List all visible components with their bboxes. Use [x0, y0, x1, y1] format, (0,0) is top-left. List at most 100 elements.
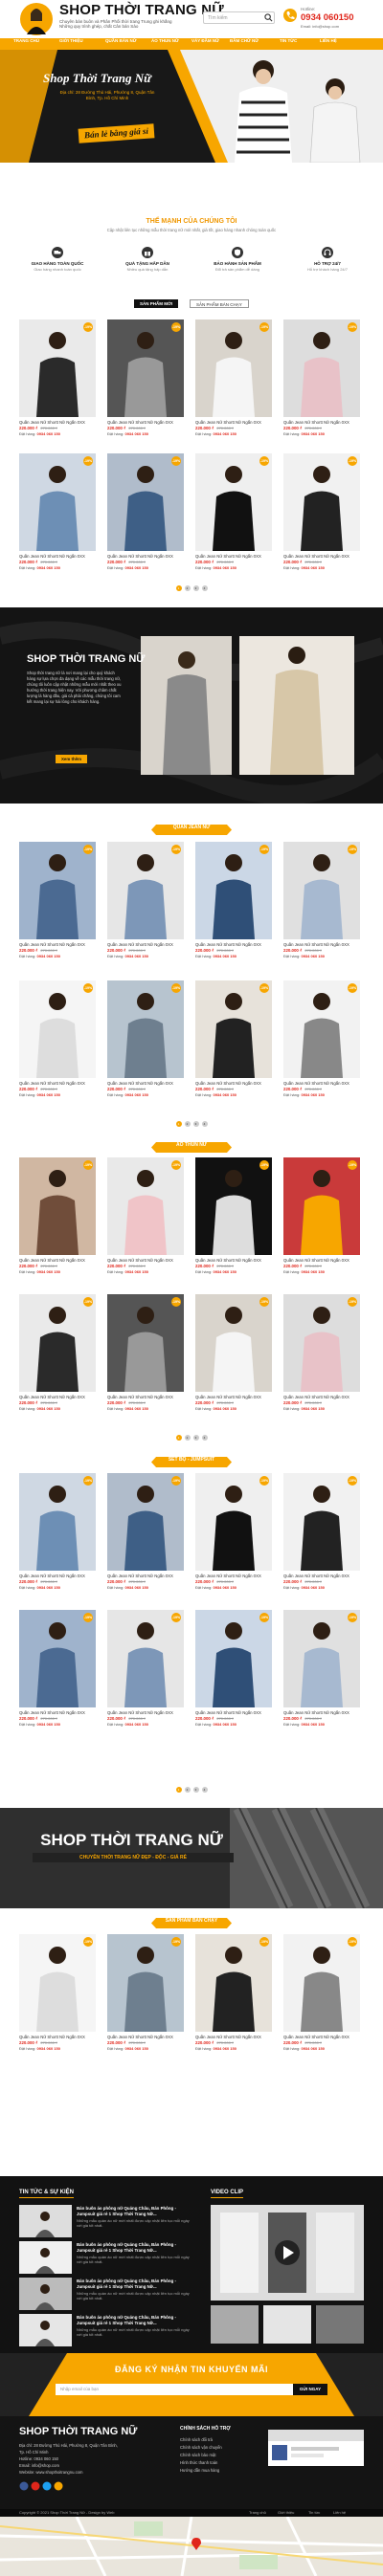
- product-order-line[interactable]: Đặt hàng: 0934 060 150: [195, 1585, 272, 1590]
- page-dot[interactable]: 3: [192, 1435, 199, 1441]
- footer-policy-link[interactable]: Chính sách đổi trả: [180, 2437, 213, 2442]
- product-name[interactable]: Quần Jean Nữ Shortt Nữ Ngắn 0XX: [107, 1395, 184, 1399]
- product-order-line[interactable]: Đặt hàng: 0934 060 150: [195, 431, 272, 436]
- product-card[interactable]: -19% Quần Jean Nữ Shortt Nữ Ngắn 0XX 220.0…: [195, 1294, 272, 1411]
- news-thumbnail[interactable]: [19, 2241, 72, 2278]
- news-thumbnail[interactable]: [19, 2205, 72, 2241]
- product-order-line[interactable]: Đặt hàng: 0934 060 150: [19, 1406, 96, 1411]
- product-card[interactable]: -19% Quần Jean Nữ Shortt Nữ Ngắn 0XX 220.0…: [107, 980, 184, 1097]
- product-image[interactable]: -19%: [195, 1473, 272, 1571]
- order-phone[interactable]: 0934 060 150: [301, 954, 324, 958]
- product-card[interactable]: -19% Quần Jean Nữ Shortt Nữ Ngắn 0XX 220.0…: [19, 1934, 96, 2051]
- product-name[interactable]: Quần Jean Nữ Shortt Nữ Ngắn 0XX: [283, 1395, 360, 1399]
- product-card[interactable]: -19% Quần Jean Nữ Shortt Nữ Ngắn 0XX 220.0…: [195, 1610, 272, 1727]
- product-order-line[interactable]: Đặt hàng: 0934 060 150: [195, 1269, 272, 1274]
- bottom-link[interactable]: Trang chủ: [249, 2510, 266, 2515]
- product-card[interactable]: -19% Quần Jean Nữ Shortt Nữ Ngắn 0XX 220.0…: [107, 842, 184, 958]
- product-order-line[interactable]: Đặt hàng: 0934 060 150: [195, 1722, 272, 1727]
- news-title[interactable]: Bán buôn áo phông nữ Quảng Châu, Bán Phô…: [77, 2206, 192, 2216]
- product-image[interactable]: -19%: [19, 1473, 96, 1571]
- news-thumbnail[interactable]: [19, 2278, 72, 2314]
- social-icons[interactable]: [19, 2481, 77, 2491]
- product-image[interactable]: -19%: [19, 980, 96, 1078]
- tab-new-products[interactable]: SẢN PHẨM MỚI: [134, 299, 179, 308]
- product-order-line[interactable]: Đặt hàng: 0934 060 150: [19, 1722, 96, 1727]
- product-image[interactable]: -19%: [195, 1934, 272, 2032]
- facebook-widget[interactable]: [268, 2430, 364, 2466]
- product-card[interactable]: -19% Quần Jean Nữ Shortt Nữ Ngắn 0XX 220.0…: [283, 453, 360, 570]
- page-dot[interactable]: 1: [175, 1435, 182, 1441]
- site-brand[interactable]: SHOP THỜI TRANG NỮ: [59, 2, 224, 18]
- product-order-line[interactable]: Đặt hàng: 0934 060 150: [283, 1585, 360, 1590]
- news-title[interactable]: Bán buôn áo phông nữ Quảng Châu, Bán Phô…: [77, 2279, 192, 2289]
- order-phone[interactable]: 0934 060 150: [301, 565, 324, 570]
- product-name[interactable]: Quần Jean Nữ Shortt Nữ Ngắn 0XX: [19, 420, 96, 425]
- news-title[interactable]: Bán buôn áo phông nữ Quảng Châu, Bán Phô…: [77, 2242, 192, 2253]
- product-image[interactable]: -19%: [283, 1294, 360, 1392]
- product-image[interactable]: -19%: [107, 1610, 184, 1707]
- product-name[interactable]: Quần Jean Nữ Shortt Nữ Ngắn 0XX: [283, 420, 360, 425]
- product-name[interactable]: Quần Jean Nữ Shortt Nữ Ngắn 0XX: [107, 554, 184, 559]
- order-phone[interactable]: 0934 060 150: [124, 431, 147, 436]
- hotline-number[interactable]: 0934 060150: [301, 12, 353, 23]
- product-image[interactable]: -19%: [195, 1610, 272, 1707]
- product-order-line[interactable]: Đặt hàng: 0934 060 150: [195, 1406, 272, 1411]
- product-image[interactable]: -19%: [107, 1157, 184, 1255]
- product-name[interactable]: Quần Jean Nữ Shortt Nữ Ngắn 0XX: [283, 1574, 360, 1578]
- product-image[interactable]: -19%: [107, 453, 184, 551]
- order-phone[interactable]: 0934 060 150: [36, 1585, 59, 1590]
- product-name[interactable]: Quần Jean Nữ Shortt Nữ Ngắn 0XX: [19, 2035, 96, 2039]
- product-order-line[interactable]: Đặt hàng: 0934 060 150: [19, 2046, 96, 2051]
- page-dot[interactable]: 3: [192, 1121, 199, 1127]
- order-phone[interactable]: 0934 060 150: [301, 431, 324, 436]
- product-name[interactable]: Quần Jean Nữ Shortt Nữ Ngắn 0XX: [19, 1574, 96, 1578]
- product-image[interactable]: -19%: [19, 1294, 96, 1392]
- product-image[interactable]: -19%: [107, 1473, 184, 1571]
- product-name[interactable]: Quần Jean Nữ Shortt Nữ Ngắn 0XX: [195, 1574, 272, 1578]
- product-card[interactable]: -19% Quần Jean Nữ Shortt Nữ Ngắn 0XX 220.0…: [19, 1294, 96, 1411]
- order-phone[interactable]: 0934 060 150: [301, 1585, 324, 1590]
- page-dot[interactable]: 1: [175, 585, 182, 591]
- order-phone[interactable]: 0934 060 150: [213, 1269, 236, 1274]
- order-phone[interactable]: 0934 060 150: [36, 565, 59, 570]
- product-card[interactable]: -19% Quần Jean Nữ Shortt Nữ Ngắn 0XX 220.0…: [107, 453, 184, 570]
- product-order-line[interactable]: Đặt hàng: 0934 060 150: [19, 1269, 96, 1274]
- product-order-line[interactable]: Đặt hàng: 0934 060 150: [19, 431, 96, 436]
- order-phone[interactable]: 0934 060 150: [213, 954, 236, 958]
- page-dot[interactable]: 2: [184, 1787, 191, 1793]
- product-image[interactable]: -19%: [195, 1294, 272, 1392]
- product-order-line[interactable]: Đặt hàng: 0934 060 150: [107, 954, 184, 958]
- product-order-line[interactable]: Đặt hàng: 0934 060 150: [107, 1722, 184, 1727]
- product-card[interactable]: -19% Quần Jean Nữ Shortt Nữ Ngắn 0XX 220.0…: [283, 1294, 360, 1411]
- product-image[interactable]: -19%: [107, 1934, 184, 2032]
- product-name[interactable]: Quần Jean Nữ Shortt Nữ Ngắn 0XX: [195, 1395, 272, 1399]
- logo-icon[interactable]: [19, 2, 54, 36]
- product-name[interactable]: Quần Jean Nữ Shortt Nữ Ngắn 0XX: [195, 1710, 272, 1715]
- product-image[interactable]: -19%: [283, 842, 360, 939]
- product-image[interactable]: -19%: [107, 842, 184, 939]
- product-card[interactable]: -19% Quần Jean Nữ Shortt Nữ Ngắn 0XX 220.0…: [107, 1473, 184, 1590]
- product-card[interactable]: -19% Quần Jean Nữ Shortt Nữ Ngắn 0XX 220.0…: [19, 1473, 96, 1590]
- order-phone[interactable]: 0934 060 150: [124, 1092, 147, 1097]
- nav-item-dresses[interactable]: Váy đầm nữ: [192, 38, 219, 50]
- nav-item-jeans[interactable]: Quần bán nữ: [105, 38, 136, 50]
- hero-banner[interactable]: Shop Thời Trang Nữ Địa chỉ: 28 Đường Thủ…: [0, 50, 383, 163]
- nav-item-contact[interactable]: Liên hệ: [320, 38, 337, 50]
- product-card[interactable]: -19% Quần Jean Nữ Shortt Nữ Ngắn 0XX 220.0…: [107, 1610, 184, 1727]
- page-dot[interactable]: 2: [184, 585, 191, 591]
- category-title-tshirts[interactable]: ÁO THUN NỮ: [151, 1142, 232, 1153]
- product-card[interactable]: -19% Quần Jean Nữ Shortt Nữ Ngắn 0XX 220.0…: [195, 1473, 272, 1590]
- bottom-link[interactable]: Giới thiệu: [278, 2510, 294, 2515]
- product-card[interactable]: -19% Quần Jean Nữ Shortt Nữ Ngắn 0XX 220.0…: [19, 319, 96, 436]
- product-image[interactable]: -19%: [283, 319, 360, 417]
- product-card[interactable]: -19% Quần Jean Nữ Shortt Nữ Ngắn 0XX 220.0…: [107, 319, 184, 436]
- news-item[interactable]: Bán buôn áo phông nữ Quảng Châu, Bán Phô…: [19, 2241, 192, 2279]
- newsletter-submit-button[interactable]: GỬI NGAY: [293, 2384, 327, 2395]
- product-card[interactable]: -19% Quần Jean Nữ Shortt Nữ Ngắn 0XX 220.0…: [195, 1934, 272, 2051]
- product-image[interactable]: -19%: [283, 1473, 360, 1571]
- page-dot[interactable]: 4: [201, 1435, 208, 1441]
- product-name[interactable]: Quần Jean Nữ Shortt Nữ Ngắn 0XX: [283, 2035, 360, 2039]
- product-image[interactable]: -19%: [195, 1157, 272, 1255]
- page-dot[interactable]: 1: [175, 1121, 182, 1127]
- order-phone[interactable]: 0934 060 150: [36, 1092, 59, 1097]
